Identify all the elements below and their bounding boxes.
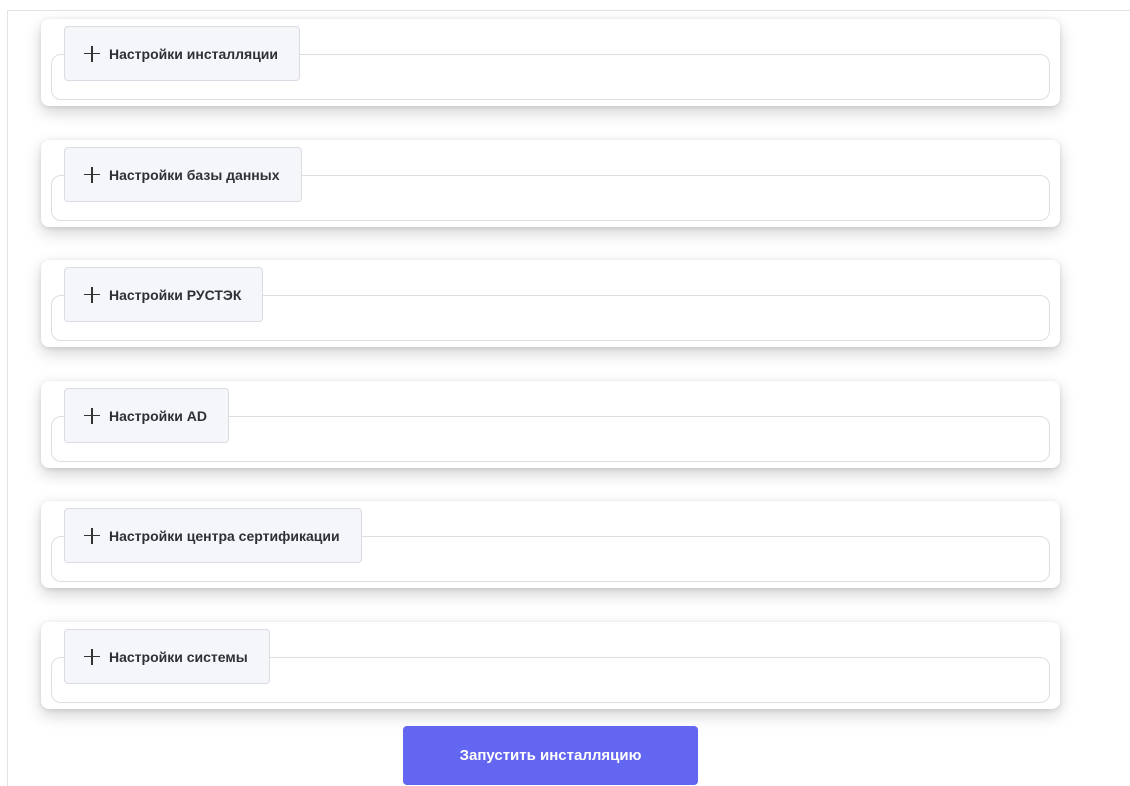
plus-icon — [84, 527, 100, 544]
section-ad: Настройки AD — [41, 381, 1060, 468]
section-installation: Настройки инсталляции — [41, 19, 1060, 106]
section-certificate-center: Настройки центра сертификации — [41, 501, 1060, 588]
section-rustek: Настройки РУСТЭК — [41, 260, 1060, 347]
start-installation-button[interactable]: Запустить инсталляцию — [403, 726, 698, 785]
section-label: Настройки РУСТЭК — [109, 286, 242, 303]
plus-icon — [84, 648, 100, 665]
section-label: Настройки центра сертификации — [109, 527, 340, 544]
top-divider — [8, 10, 1130, 11]
expand-ad-settings-button[interactable]: Настройки AD — [64, 388, 229, 443]
section-label: Настройки инсталляции — [109, 45, 279, 62]
plus-icon — [84, 45, 100, 62]
section-label: Настройки системы — [109, 648, 248, 665]
plus-icon — [84, 286, 100, 303]
section-label: Настройки базы данных — [109, 166, 280, 183]
expand-system-settings-button[interactable]: Настройки системы — [64, 629, 270, 684]
expand-installation-settings-button[interactable]: Настройки инсталляции — [64, 26, 301, 81]
plus-icon — [84, 407, 100, 424]
section-database: Настройки базы данных — [41, 140, 1060, 227]
expand-rustek-settings-button[interactable]: Настройки РУСТЭК — [64, 267, 264, 322]
left-divider — [7, 10, 8, 786]
section-label: Настройки AD — [109, 407, 207, 424]
expand-certificate-center-settings-button[interactable]: Настройки центра сертификации — [64, 508, 362, 563]
section-system: Настройки системы — [41, 622, 1060, 709]
expand-database-settings-button[interactable]: Настройки базы данных — [64, 147, 302, 202]
plus-icon — [84, 166, 100, 183]
